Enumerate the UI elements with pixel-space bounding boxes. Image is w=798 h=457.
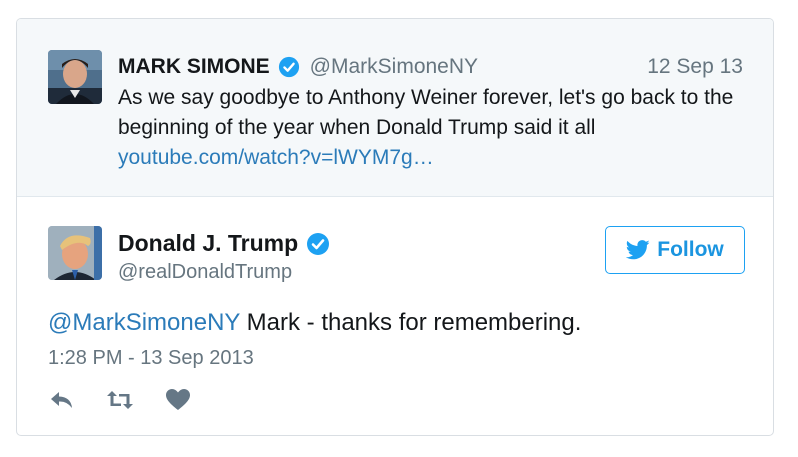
like-icon[interactable]: [164, 387, 192, 413]
quoted-author-handle[interactable]: @MarkSimoneNY: [310, 55, 478, 79]
follow-button-label: Follow: [657, 238, 724, 261]
quoted-tweet-text: As we say goodbye to Anthony Weiner fore…: [118, 83, 758, 173]
tweet-author-row: Donald J. Trump: [118, 230, 330, 257]
quoted-tweet-date[interactable]: 12 Sep 13: [647, 55, 743, 79]
twitter-bird-icon: [626, 240, 650, 260]
tweet-author-handle[interactable]: @realDonaldTrump: [118, 261, 292, 284]
reply-icon[interactable]: [48, 387, 76, 413]
quoted-tweet-header: MARK SIMONE @MarkSimoneNY 12 Sep 13: [118, 53, 743, 81]
verified-badge-icon: [306, 232, 330, 256]
embedded-tweet-card: MARK SIMONE @MarkSimoneNY 12 Sep 13 As w…: [16, 18, 774, 436]
retweet-icon[interactable]: [106, 387, 134, 413]
youtube-link[interactable]: youtube.com/watch?v=lWYM7g…: [118, 143, 758, 173]
tweet-body: Mark - thanks for remembering.: [239, 309, 582, 336]
verified-badge-icon: [278, 56, 300, 78]
quoted-author-name[interactable]: MARK SIMONE: [118, 55, 270, 79]
quoted-text-line-2: beginning of the year when Donald Trump …: [118, 116, 596, 139]
mark-simone-avatar[interactable]: [48, 50, 102, 104]
follow-button[interactable]: Follow: [605, 226, 745, 274]
quoted-text-line-1: As we say goodbye to Anthony Weiner fore…: [118, 86, 734, 109]
tweet-text: @MarkSimoneNY Mark - thanks for remember…: [48, 309, 581, 337]
tweet-author-name[interactable]: Donald J. Trump: [118, 230, 298, 257]
mention-link[interactable]: @MarkSimoneNY: [48, 309, 240, 336]
donald-trump-avatar[interactable]: [48, 226, 102, 280]
tweet-actions: [48, 387, 222, 413]
tweet-timestamp[interactable]: 1:28 PM - 13 Sep 2013: [48, 347, 254, 370]
quoted-tweet[interactable]: MARK SIMONE @MarkSimoneNY 12 Sep 13 As w…: [17, 19, 773, 197]
